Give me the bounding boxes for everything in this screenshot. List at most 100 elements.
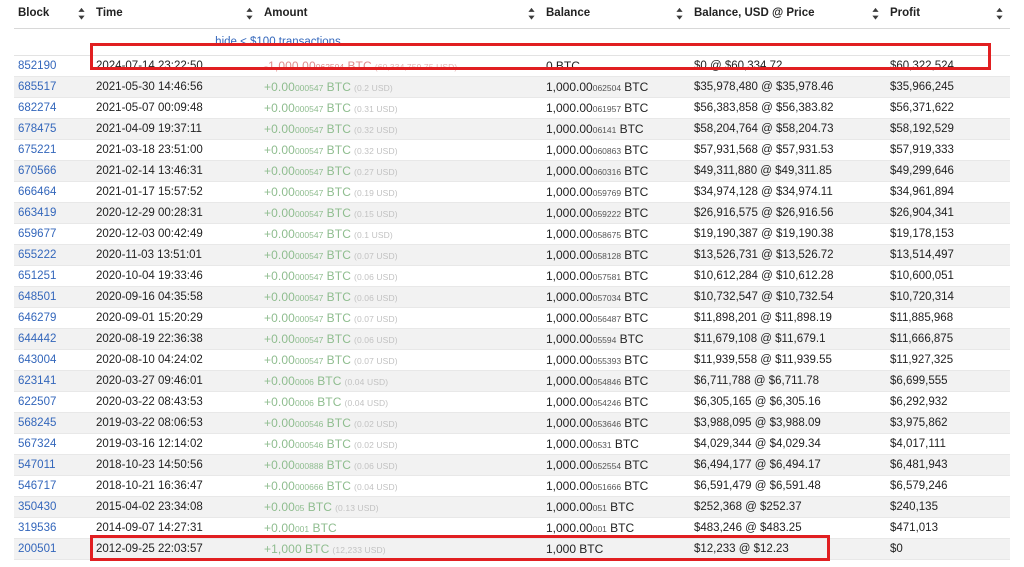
cell-balance-usd: $57,931,568 @ $57,931.53 — [690, 139, 886, 161]
block-link[interactable]: 655222 — [18, 249, 56, 261]
block-link[interactable]: 682274 — [18, 102, 56, 114]
cell-block: 547011 — [14, 454, 92, 476]
cell-profit: $35,966,245 — [886, 76, 1010, 98]
cell-balance-usd: $58,204,764 @ $58,204.73 — [690, 118, 886, 140]
table-row: 659677 2020-12-03 00:42:49 +0.00000547 BTC… — [14, 223, 1010, 245]
column-header-balance[interactable]: Balance — [542, 0, 690, 29]
cell-amount: +0.0005 BTC (0.13 USD) — [260, 496, 542, 518]
balance-main: 1,000.00 — [546, 500, 593, 514]
balance-unit: BTC — [624, 206, 649, 220]
cell-block: 568245 — [14, 412, 92, 434]
hide-small-transactions-link[interactable]: hide < $100 transactions — [215, 36, 341, 48]
balance-main: 0 — [546, 59, 553, 73]
block-link[interactable]: 670566 — [18, 165, 56, 177]
cell-amount: +0.00000547 BTC (0.1 USD) — [260, 223, 542, 245]
balance-main: 1,000.00 — [546, 164, 593, 178]
balance-subdigits: 05594 — [592, 335, 617, 345]
cell-time: 2014-09-07 14:27:31 — [92, 517, 260, 539]
block-link[interactable]: 568245 — [18, 417, 56, 429]
block-link[interactable]: 547011 — [18, 459, 56, 471]
block-link[interactable]: 675221 — [18, 144, 56, 156]
amount-value: +1,000 BTC (12,233 USD) — [264, 542, 386, 556]
sort-updown-icon[interactable] — [675, 7, 684, 20]
sort-updown-icon[interactable] — [871, 7, 880, 20]
column-header-amount[interactable]: Amount — [260, 0, 542, 29]
amount-main: +0.00 — [264, 164, 295, 178]
column-header-profit[interactable]: Profit — [886, 0, 1010, 29]
amount-main: +0.00 — [264, 122, 295, 136]
block-link[interactable]: 623141 — [18, 375, 56, 387]
block-link[interactable]: 666464 — [18, 186, 56, 198]
block-link[interactable]: 678475 — [18, 123, 56, 135]
cell-time: 2020-10-04 19:33:46 — [92, 265, 260, 287]
cell-balance-usd: $11,939,558 @ $11,939.55 — [690, 349, 886, 371]
amount-subdigits: 000547 — [294, 188, 324, 198]
hide-small-tx-row: hide < $100 transactions — [14, 28, 1010, 56]
amount-main: +0.00 — [264, 458, 295, 472]
sort-updown-icon[interactable] — [995, 7, 1004, 20]
amount-unit: BTC — [307, 500, 333, 514]
cell-profit: $6,699,555 — [886, 370, 1010, 392]
cell-balance-usd: $3,988,095 @ $3,988.09 — [690, 412, 886, 434]
sort-updown-icon[interactable] — [245, 7, 254, 20]
cell-balance-usd: $10,612,284 @ $10,612.28 — [690, 265, 886, 287]
sort-updown-icon[interactable] — [77, 7, 86, 20]
cell-balance-usd: $56,383,858 @ $56,383.82 — [690, 97, 886, 119]
amount-subdigits: 000547 — [294, 167, 324, 177]
cell-profit: $13,514,497 — [886, 244, 1010, 266]
balance-subdigits: 058128 — [592, 251, 622, 261]
amount-value: +0.00000547 BTC (0.1 USD) — [264, 227, 393, 241]
amount-value: +0.00000546 BTC (0.02 USD) — [264, 437, 398, 451]
cell-amount: +0.00000547 BTC (0.06 USD) — [260, 328, 542, 350]
amount-unit: BTC — [326, 164, 351, 178]
block-link[interactable]: 663419 — [18, 207, 56, 219]
cell-block: 567324 — [14, 433, 92, 455]
cell-profit: $471,013 — [886, 517, 1010, 539]
amount-usd-equivalent: (12,233 USD) — [332, 545, 386, 555]
amount-main: +0.00 — [264, 290, 295, 304]
hide-small-tx-cell: hide < $100 transactions — [14, 28, 542, 56]
sort-updown-icon[interactable] — [527, 7, 536, 20]
column-header-balance-usd[interactable]: Balance, USD @ Price — [690, 0, 886, 29]
cell-amount: +0.00000888 BTC (0.06 USD) — [260, 454, 542, 476]
block-link[interactable]: 567324 — [18, 438, 56, 450]
cell-profit: $6,481,943 — [886, 454, 1010, 476]
cell-profit: $6,579,246 — [886, 475, 1010, 497]
block-link[interactable]: 546717 — [18, 480, 56, 492]
cell-balance-usd: $11,679,108 @ $11,679.1 — [690, 328, 886, 350]
cell-profit: $19,178,153 — [886, 223, 1010, 245]
balance-main: 1,000.00 — [546, 374, 593, 388]
balance-unit: BTC — [624, 248, 649, 262]
amount-subdigits: 000666 — [294, 482, 324, 492]
amount-unit: BTC — [326, 122, 351, 136]
block-link[interactable]: 685517 — [18, 81, 56, 93]
block-link[interactable]: 651251 — [18, 270, 56, 282]
block-link[interactable]: 622507 — [18, 396, 56, 408]
block-link[interactable]: 646279 — [18, 312, 56, 324]
amount-usd-equivalent: (0.32 USD) — [354, 146, 398, 156]
cell-balance: 0 BTC — [542, 55, 690, 77]
block-link[interactable]: 648501 — [18, 291, 56, 303]
block-link[interactable]: 319536 — [18, 522, 56, 534]
balance-main: 1,000.00 — [546, 458, 593, 472]
block-link[interactable]: 643004 — [18, 354, 56, 366]
balance-main: 1,000.00 — [546, 101, 593, 115]
cell-time: 2021-03-18 23:51:00 — [92, 139, 260, 161]
cell-profit: $11,666,875 — [886, 328, 1010, 350]
column-header-time[interactable]: Time — [92, 0, 260, 29]
cell-balance: 1,000.00054246 BTC — [542, 391, 690, 413]
cell-amount: +0.000006 BTC (0.04 USD) — [260, 370, 542, 392]
block-link[interactable]: 644442 — [18, 333, 56, 345]
cell-block: 200501 — [14, 538, 92, 560]
cell-block: 643004 — [14, 349, 92, 371]
amount-main: +0.00 — [264, 227, 295, 241]
block-link[interactable]: 659677 — [18, 228, 56, 240]
cell-balance: 1,000.00058128 BTC — [542, 244, 690, 266]
cell-block: 319536 — [14, 517, 92, 539]
block-link[interactable]: 200501 — [18, 543, 56, 555]
column-header-block[interactable]: Block — [14, 0, 92, 29]
balance-main: 1,000.00 — [546, 521, 593, 535]
block-link[interactable]: 350430 — [18, 501, 56, 513]
block-link[interactable]: 852190 — [18, 60, 56, 72]
cell-amount: +0.000006 BTC (0.04 USD) — [260, 391, 542, 413]
